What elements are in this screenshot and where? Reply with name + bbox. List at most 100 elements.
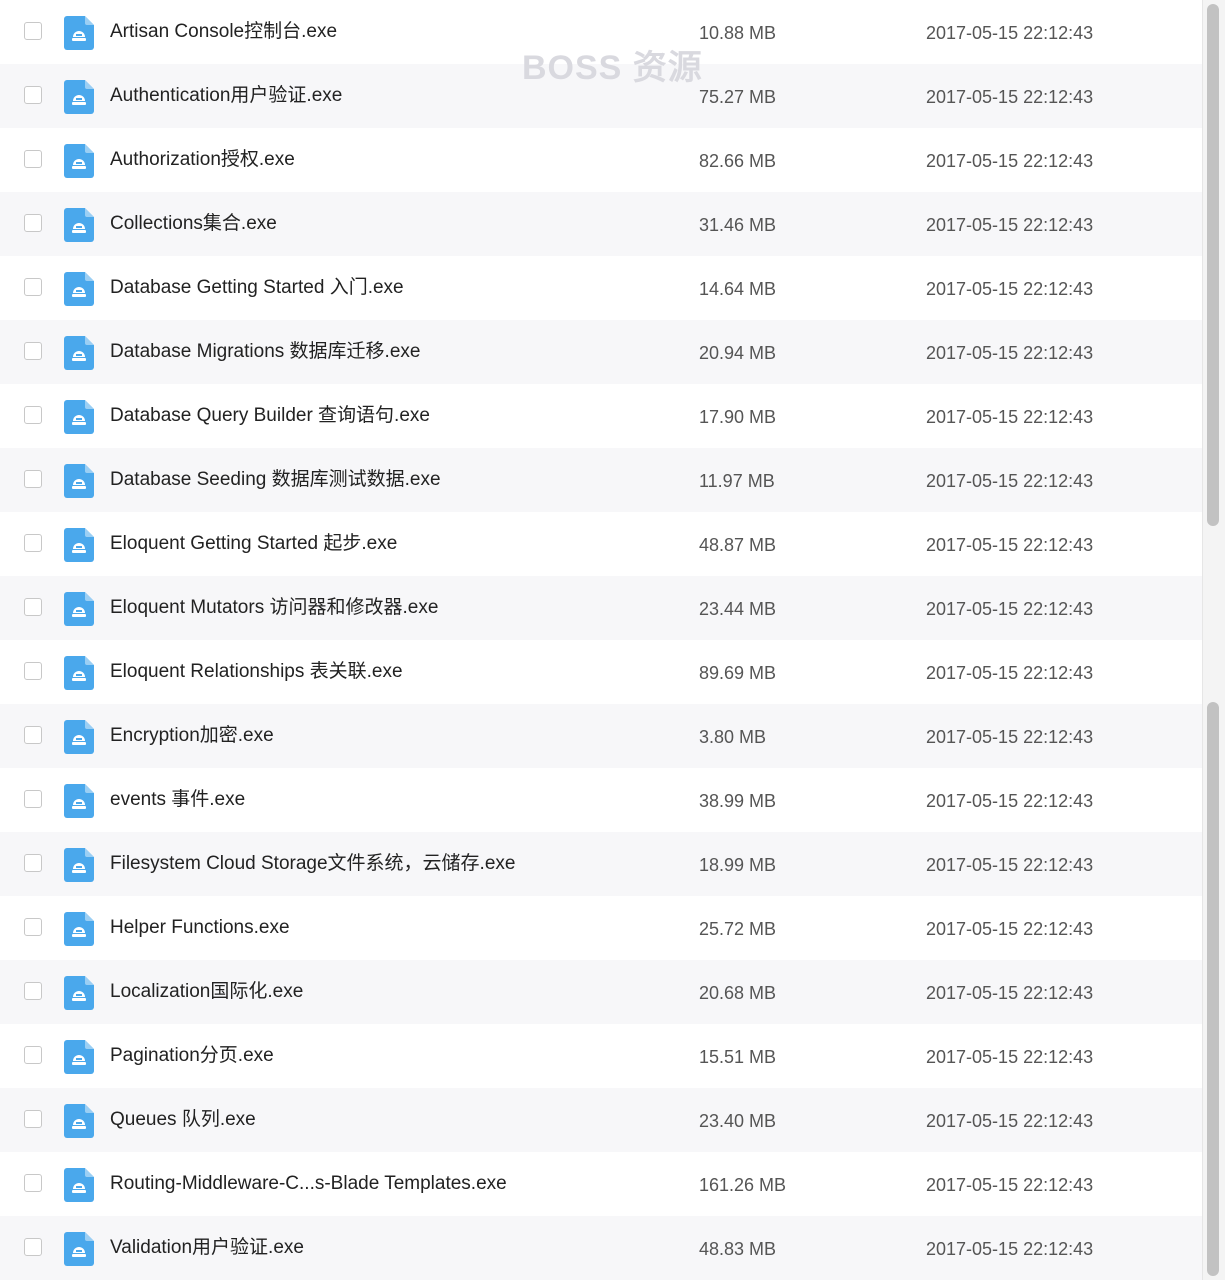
file-name[interactable]: Routing-Middleware-C...s-Blade Templates… [110,1172,507,1196]
row-checkbox[interactable] [24,150,42,168]
file-row[interactable]: Encryption加密.exe 3.80 MB 2017-05-15 22:12:… [0,704,1202,768]
file-size: 20.68 MB [699,983,777,1003]
exe-file-icon [64,784,94,818]
file-name[interactable]: Authorization授权.exe [110,148,295,172]
row-checkbox[interactable] [24,86,42,104]
file-row[interactable]: Database Query Builder 查询语句.exe 17.90 MB 2… [0,384,1202,448]
row-checkbox[interactable] [24,854,42,872]
exe-file-icon [64,1040,94,1074]
file-name[interactable]: Database Getting Started 入门.exe [110,276,404,300]
file-name[interactable]: Encryption加密.exe [110,724,274,748]
row-checkbox[interactable] [24,22,42,40]
exe-file-icon [64,1104,94,1138]
file-name[interactable]: Filesystem Cloud Storage文件系统，云储存.exe [110,852,515,876]
file-name[interactable]: Database Migrations 数据库迁移.exe [110,340,420,364]
row-checkbox[interactable] [24,598,42,616]
file-size: 20.94 MB [699,343,777,363]
exe-file-icon [64,464,94,498]
row-checkbox[interactable] [24,1174,42,1192]
row-checkbox[interactable] [24,470,42,488]
exe-file-icon [64,1232,94,1266]
file-name[interactable]: Authentication用户验证.exe [110,84,342,108]
file-row[interactable]: Localization国际化.exe 20.68 MB 2017-05-15 22… [0,960,1202,1024]
row-checkbox[interactable] [24,406,42,424]
file-size: 48.87 MB [699,535,777,555]
file-size: 48.83 MB [699,1239,777,1259]
file-modified-date: 2017-05-15 22:12:43 [926,791,1094,811]
row-checkbox[interactable] [24,918,42,936]
file-row[interactable]: Filesystem Cloud Storage文件系统，云储存.exe 18.9… [0,832,1202,896]
file-modified-date: 2017-05-15 22:12:43 [926,1175,1094,1195]
row-checkbox[interactable] [24,278,42,296]
file-modified-date: 2017-05-15 22:12:43 [926,151,1094,171]
scrollbar-thumb-lower[interactable] [1207,702,1219,1276]
file-size: 38.99 MB [699,791,777,811]
file-browser: Artisan Console控制台.exe 10.88 MB 2017-05-15… [0,0,1225,1280]
exe-file-icon [64,336,94,370]
file-size: 75.27 MB [699,87,777,107]
exe-file-icon [64,656,94,690]
row-checkbox[interactable] [24,214,42,232]
file-row[interactable]: Artisan Console控制台.exe 10.88 MB 2017-05-15… [0,0,1202,64]
file-size: 10.88 MB [699,23,777,43]
file-modified-date: 2017-05-15 22:12:43 [926,663,1094,683]
file-row[interactable]: Pagination分页.exe 15.51 MB 2017-05-15 22:12… [0,1024,1202,1088]
file-modified-date: 2017-05-15 22:12:43 [926,343,1094,363]
row-checkbox[interactable] [24,534,42,552]
file-name[interactable]: Eloquent Mutators 访问器和修改器.exe [110,596,438,620]
row-checkbox[interactable] [24,726,42,744]
file-modified-date: 2017-05-15 22:12:43 [926,279,1094,299]
file-row[interactable]: Authentication用户验证.exe 75.27 MB 2017-05-15… [0,64,1202,128]
exe-file-icon [64,976,94,1010]
file-size: 23.44 MB [699,599,777,619]
file-row[interactable]: Eloquent Mutators 访问器和修改器.exe 23.44 MB 201… [0,576,1202,640]
file-row[interactable]: Eloquent Getting Started 起步.exe 48.87 MB 2… [0,512,1202,576]
row-checkbox[interactable] [24,1046,42,1064]
row-checkbox[interactable] [24,1238,42,1256]
file-row[interactable]: Validation用户验证.exe 48.83 MB 2017-05-15 22:… [0,1216,1202,1280]
file-row[interactable]: Database Getting Started 入门.exe 14.64 MB 2… [0,256,1202,320]
file-name[interactable]: Collections集合.exe [110,212,277,236]
file-modified-date: 2017-05-15 22:12:43 [926,1239,1094,1259]
row-checkbox[interactable] [24,982,42,1000]
file-name[interactable]: Eloquent Relationships 表关联.exe [110,660,403,684]
file-name[interactable]: Helper Functions.exe [110,916,290,940]
file-name[interactable]: Pagination分页.exe [110,1044,274,1068]
scrollbar-thumb-upper[interactable] [1207,4,1219,526]
exe-file-icon [64,912,94,946]
file-size: 11.97 MB [699,471,775,491]
exe-file-icon [64,1168,94,1202]
file-modified-date: 2017-05-15 22:12:43 [926,471,1094,491]
file-size: 23.40 MB [699,1111,777,1131]
row-checkbox[interactable] [24,662,42,680]
file-modified-date: 2017-05-15 22:12:43 [926,599,1094,619]
file-modified-date: 2017-05-15 22:12:43 [926,1111,1094,1131]
file-row[interactable]: Database Seeding 数据库测试数据.exe 11.97 MB 2017… [0,448,1202,512]
exe-file-icon [64,400,94,434]
file-row[interactable]: events 事件.exe 38.99 MB 2017-05-15 22:12:43 [0,768,1202,832]
file-row[interactable]: Authorization授权.exe 82.66 MB 2017-05-15 22… [0,128,1202,192]
file-row[interactable]: Collections集合.exe 31.46 MB 2017-05-15 22:1… [0,192,1202,256]
file-size: 18.99 MB [699,855,777,875]
file-name[interactable]: Database Seeding 数据库测试数据.exe [110,468,441,492]
file-name[interactable]: Artisan Console控制台.exe [110,20,337,44]
file-name[interactable]: Database Query Builder 查询语句.exe [110,404,430,428]
row-checkbox[interactable] [24,1110,42,1128]
file-name[interactable]: events 事件.exe [110,788,245,812]
exe-file-icon [64,80,94,114]
file-row[interactable]: Helper Functions.exe 25.72 MB 2017-05-15 2… [0,896,1202,960]
file-row[interactable]: Routing-Middleware-C...s-Blade Templates… [0,1152,1202,1216]
row-checkbox[interactable] [24,790,42,808]
exe-file-icon [64,16,94,50]
file-name[interactable]: Localization国际化.exe [110,980,303,1004]
file-modified-date: 2017-05-15 22:12:43 [926,23,1094,43]
file-row[interactable]: Database Migrations 数据库迁移.exe 20.94 MB 201… [0,320,1202,384]
file-name[interactable]: Eloquent Getting Started 起步.exe [110,532,397,556]
file-modified-date: 2017-05-15 22:12:43 [926,983,1094,1003]
file-name[interactable]: Queues 队列.exe [110,1108,256,1132]
file-row[interactable]: Queues 队列.exe 23.40 MB 2017-05-15 22:12:43 [0,1088,1202,1152]
file-name[interactable]: Validation用户验证.exe [110,1236,304,1260]
file-row[interactable]: Eloquent Relationships 表关联.exe 89.69 MB 20… [0,640,1202,704]
row-checkbox[interactable] [24,342,42,360]
file-size: 3.80 MB [699,727,767,747]
